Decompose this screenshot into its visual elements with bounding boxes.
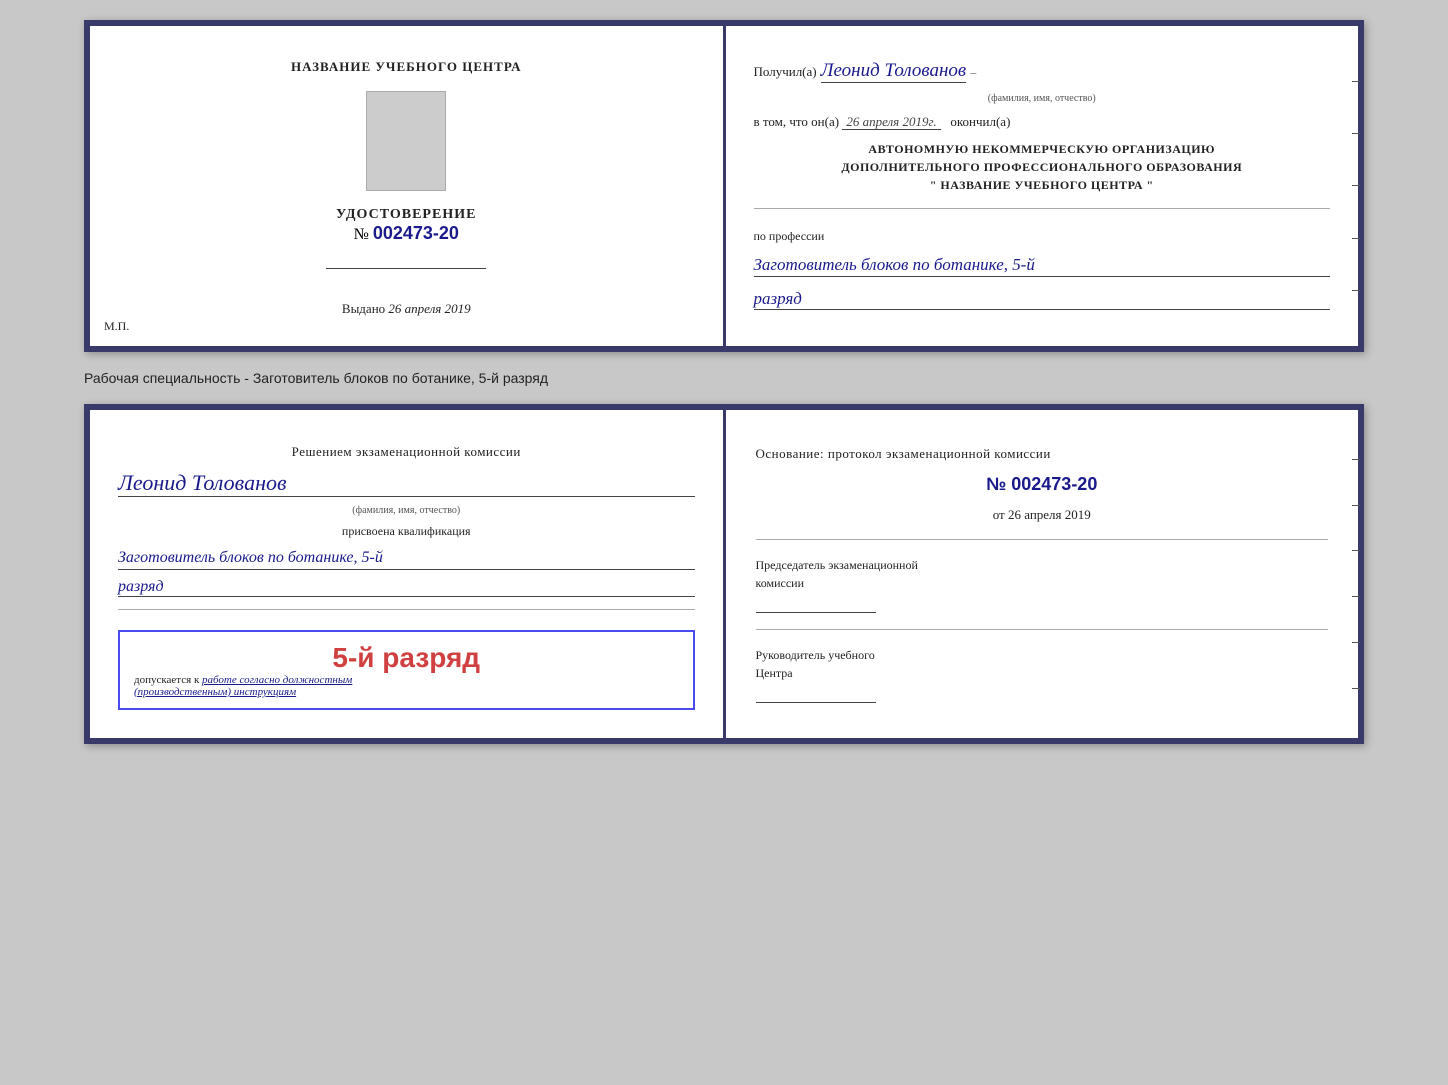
dash xyxy=(1352,185,1360,186)
mp-label: М.П. xyxy=(104,319,129,334)
rukovoditel-label2: Центра xyxy=(756,664,1329,682)
professiya-value: Заготовитель блоков по ботанике, 5-й xyxy=(754,254,1331,277)
dopuskaetsya-label: допускается к xyxy=(134,674,199,686)
doc2-left: Решением экзаменационной комиссии Леонид… xyxy=(90,410,726,738)
razryad-value: разряд xyxy=(754,289,1331,310)
stamp-box: 5-й разряд допускается к работе согласно… xyxy=(118,630,695,710)
vydano-line: Выдано 26 апреля 2019 xyxy=(342,301,471,317)
vtom-date: 26 апреля 2019г. xyxy=(842,114,940,130)
document-1: НАЗВАНИЕ УЧЕБНОГО ЦЕНТРА УДОСТОВЕРЕНИЕ №… xyxy=(84,20,1364,352)
document-2: Решением экзаменационной комиссии Леонид… xyxy=(84,404,1364,744)
osnovanie-text: Основание: протокол экзаменационной коми… xyxy=(756,446,1329,462)
ot-date: 26 апреля 2019 xyxy=(1008,507,1091,522)
dash xyxy=(1352,238,1360,239)
okonchil-label: окончил(а) xyxy=(950,114,1010,129)
org-block: АВТОНОМНУЮ НЕКОММЕРЧЕСКУЮ ОРГАНИЗАЦИЮ ДО… xyxy=(754,140,1331,194)
vydano-label: Выдано xyxy=(342,301,385,316)
number-label2: № xyxy=(986,474,1006,494)
vtom-line: в том, что он(а) 26 апреля 2019г. окончи… xyxy=(754,114,1331,130)
doc2-right: Основание: протокол экзаменационной коми… xyxy=(726,410,1359,738)
ot-date-line: от 26 апреля 2019 xyxy=(756,507,1329,523)
org-line2: ДОПОЛНИТЕЛЬНОГО ПРОФЕССИОНАЛЬНОГО ОБРАЗО… xyxy=(754,158,1331,176)
stamp-instruktsii: (производственным) инструкциям xyxy=(134,686,679,698)
poluchil-label: Получил(а) xyxy=(754,64,817,79)
instruktsii-text: (производственным) инструкциям xyxy=(134,686,296,698)
work-text: работе согласно должностным xyxy=(202,674,352,686)
chairman-label2: комиссии xyxy=(756,574,1329,592)
org-line3: " НАЗВАНИЕ УЧЕБНОГО ЦЕНТРА " xyxy=(754,176,1331,194)
resheniem-text: Решением экзаменационной комиссии xyxy=(118,442,695,462)
doc1-right: Получил(а) Леонид Толованов – (фамилия, … xyxy=(726,26,1359,346)
udostoverenie-title: УДОСТОВЕРЕНИЕ xyxy=(336,207,476,223)
chairman-label: Председатель экзаменационной xyxy=(756,556,1329,574)
dash xyxy=(1352,290,1360,291)
chairman-signature-line xyxy=(756,612,876,613)
dash xyxy=(1352,81,1360,82)
name-caption2: (фамилия, имя, отчество) xyxy=(118,505,695,516)
dash xyxy=(1352,550,1360,551)
dash xyxy=(1352,642,1360,643)
razryad2-value: разряд xyxy=(118,578,695,597)
kvalif-value: Заготовитель блоков по ботанике, 5-й xyxy=(118,547,695,570)
rukovoditel-signature-line xyxy=(756,702,876,703)
dash xyxy=(1352,133,1360,134)
chairman-block: Председатель экзаменационной комиссии xyxy=(756,556,1329,613)
protocol-number: 002473-20 xyxy=(1011,474,1097,494)
prisvoena-text: присвоена квалификация xyxy=(118,524,695,539)
stamp-razryad: 5-й разряд xyxy=(134,642,679,674)
rukovoditel-label: Руководитель учебного xyxy=(756,646,1329,664)
vydano-date: 26 апреля 2019 xyxy=(388,301,470,316)
recipient-name: Леонид Толованов xyxy=(821,60,967,83)
udostoverenie-number-line: № 002473-20 xyxy=(336,223,476,244)
dash xyxy=(1352,505,1360,506)
dash xyxy=(1352,688,1360,689)
name-caption: (фамилия, имя, отчество) xyxy=(754,93,1331,104)
professiya-label: по профессии xyxy=(754,229,1331,244)
vtom-label: в том, что он(а) xyxy=(754,114,840,129)
protocol-number-line: № 002473-20 xyxy=(756,474,1329,495)
org-line1: АВТОНОМНУЮ НЕКОММЕРЧЕСКУЮ ОРГАНИЗАЦИЮ xyxy=(754,140,1331,158)
stamp-dopuskaetsya: допускается к работе согласно должностны… xyxy=(134,674,679,686)
doc1-left: НАЗВАНИЕ УЧЕБНОГО ЦЕНТРА УДОСТОВЕРЕНИЕ №… xyxy=(90,26,726,346)
udostoverenie-number: 002473-20 xyxy=(373,223,459,243)
side-dashes xyxy=(1352,26,1360,346)
doc1-title: НАЗВАНИЕ УЧЕБНОГО ЦЕНТРА xyxy=(291,59,522,75)
udostoverenie-block: УДОСТОВЕРЕНИЕ № 002473-20 xyxy=(336,207,476,244)
dash xyxy=(1352,459,1360,460)
dash xyxy=(1352,596,1360,597)
rukovoditel-block: Руководитель учебного Центра xyxy=(756,646,1329,703)
person-name-large: Леонид Толованов xyxy=(118,470,695,497)
number-label: № xyxy=(354,226,369,243)
side-dashes2 xyxy=(1352,410,1360,738)
specialty-label: Рабочая специальность - Заготовитель бло… xyxy=(84,370,1364,386)
ot-label: от xyxy=(993,507,1005,522)
poluchil-line: Получил(а) Леонид Толованов – xyxy=(754,60,1331,83)
photo-placeholder xyxy=(366,91,446,191)
